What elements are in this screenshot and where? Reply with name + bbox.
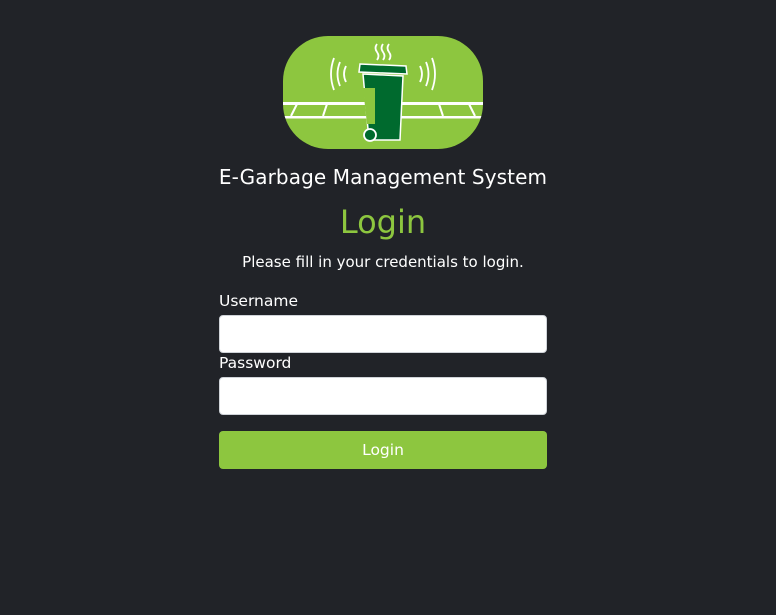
login-heading: Login (339, 203, 427, 241)
garbage-bin-logo-icon (283, 36, 483, 149)
username-label: Username (219, 292, 299, 310)
password-label: Password (219, 354, 292, 372)
login-instructions: Please fill in your credentials to login… (242, 253, 524, 271)
password-input[interactable] (219, 377, 547, 415)
app-title: E-Garbage Management System (218, 165, 548, 189)
login-page: E-Garbage Management System Login Please… (0, 0, 776, 615)
login-button[interactable]: Login (219, 431, 547, 469)
username-input[interactable] (219, 315, 547, 353)
